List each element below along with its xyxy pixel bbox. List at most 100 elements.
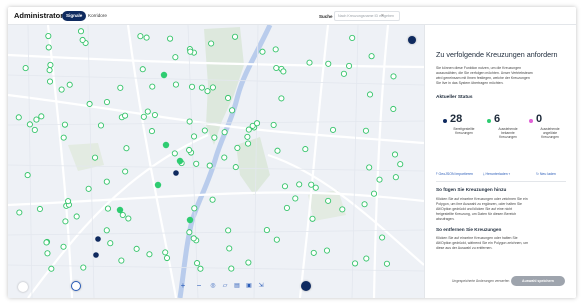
intersection-marker[interactable] [139,66,146,73]
intersection-marker[interactable] [77,28,85,35]
intersection-marker[interactable] [392,174,399,181]
download-button[interactable]: ⤓ Herunterladen ▾ [483,170,510,178]
intersection-marker[interactable] [44,250,51,257]
intersection-marker[interactable] [397,161,404,168]
intersection-marker[interactable] [273,64,280,72]
intersection-marker-deployed[interactable] [93,252,99,258]
layers-icon[interactable]: ▤ [232,279,242,293]
intersection-marker[interactable] [224,94,232,102]
intersection-marker[interactable] [306,59,313,66]
intersection-marker[interactable] [97,122,105,129]
intersection-marker-deployed[interactable] [95,236,101,242]
intersection-marker[interactable] [376,176,383,183]
intersection-marker[interactable] [66,81,73,88]
intersection-marker[interactable] [340,70,347,77]
intersection-marker[interactable] [79,36,86,44]
intersection-marker[interactable] [133,245,140,252]
intersection-marker[interactable] [245,259,252,266]
intersection-marker[interactable] [352,260,359,267]
intersection-marker[interactable] [280,68,287,75]
intersection-marker[interactable] [186,118,193,125]
intersection-marker[interactable] [122,112,129,119]
locate-icon[interactable]: ◎ [208,279,218,293]
intersection-marker-pending[interactable] [176,157,184,165]
select-icon[interactable]: ▣ [244,279,254,293]
intersection-marker[interactable] [197,265,204,272]
intersection-marker[interactable] [172,54,179,61]
intersection-marker[interactable] [274,147,281,154]
intersection-marker[interactable] [60,134,67,141]
intersection-marker[interactable] [45,32,52,40]
intersection-marker[interactable] [188,83,196,90]
intersection-marker[interactable] [193,160,200,167]
intersection-marker[interactable] [60,243,67,250]
intersection-marker[interactable] [15,114,22,121]
locate-me-icon[interactable] [71,281,81,291]
intersection-marker[interactable] [234,144,241,151]
intersection-marker[interactable] [36,205,43,213]
intersection-marker-pending[interactable] [162,141,170,149]
intersection-marker[interactable] [143,34,150,41]
intersection-marker[interactable] [103,227,110,234]
intersection-marker[interactable] [244,133,251,140]
intersection-marker[interactable] [231,33,239,40]
intersection-marker[interactable] [366,164,373,171]
intersection-marker[interactable] [46,67,53,74]
intersection-marker[interactable] [85,185,92,192]
intersection-marker[interactable] [26,121,33,128]
intersection-marker[interactable] [226,245,233,252]
intersection-marker[interactable] [228,265,235,272]
intersection-marker[interactable] [22,65,29,72]
intersection-marker[interactable] [137,33,144,40]
search-input[interactable]: Nach Kreuzungsname ID eingeben [334,11,400,21]
intersection-marker[interactable] [209,84,216,91]
intersection-marker[interactable] [206,162,213,169]
intersection-marker[interactable] [361,201,368,208]
intersection-marker[interactable] [149,83,156,90]
tab-signals[interactable]: Signale [62,11,87,21]
intersection-marker[interactable] [201,127,208,134]
discard-changes-button[interactable]: Ungespeicherte Änderungen verwerfen [452,279,509,283]
import-geojson-button[interactable]: ⤒ GeoJSON importieren [436,170,473,178]
intersection-marker[interactable] [103,178,110,185]
intersection-marker[interactable] [390,73,397,80]
intersection-marker[interactable] [198,84,205,91]
intersection-marker[interactable] [162,249,169,256]
intersection-marker[interactable] [229,107,236,114]
intersection-marker[interactable] [339,206,346,213]
intersection-marker-pending[interactable] [160,71,168,79]
intersection-marker[interactable] [140,113,147,120]
close-icon[interactable]: × [381,12,384,20]
intersection-marker[interactable] [186,229,193,236]
intersection-marker[interactable] [103,99,111,106]
intersection-marker[interactable] [16,209,23,216]
intersection-marker[interactable] [45,44,52,51]
intersection-marker[interactable] [172,81,179,88]
intersection-marker[interactable] [245,140,252,147]
intersection-marker[interactable] [186,146,193,154]
intersection-marker[interactable] [118,257,125,264]
intersection-marker[interactable] [362,127,369,134]
intersection-marker[interactable] [368,53,375,60]
intersection-marker[interactable] [383,260,391,267]
intersection-marker[interactable] [104,205,112,212]
intersection-marker[interactable] [308,181,315,188]
polygon-icon[interactable]: ▱ [220,279,230,293]
intersection-marker[interactable] [346,62,353,69]
intersection-marker[interactable] [270,121,277,128]
intersection-marker[interactable] [292,195,299,202]
intersection-marker[interactable] [379,234,386,241]
intersection-marker[interactable] [151,111,158,119]
intersection-marker[interactable] [283,204,290,211]
intersection-marker[interactable] [349,34,356,41]
intersection-marker[interactable] [62,218,69,225]
intersection-marker[interactable] [58,86,65,93]
intersection-marker[interactable] [24,172,31,179]
intersection-marker[interactable] [107,240,114,247]
intersection-marker[interactable] [117,84,124,91]
intersection-marker-deployed[interactable] [173,170,179,176]
intersection-marker[interactable] [263,227,270,234]
intersection-marker[interactable] [310,249,317,256]
save-selection-button[interactable]: Auswahl speichern [511,276,565,286]
intersection-marker[interactable] [33,116,40,123]
